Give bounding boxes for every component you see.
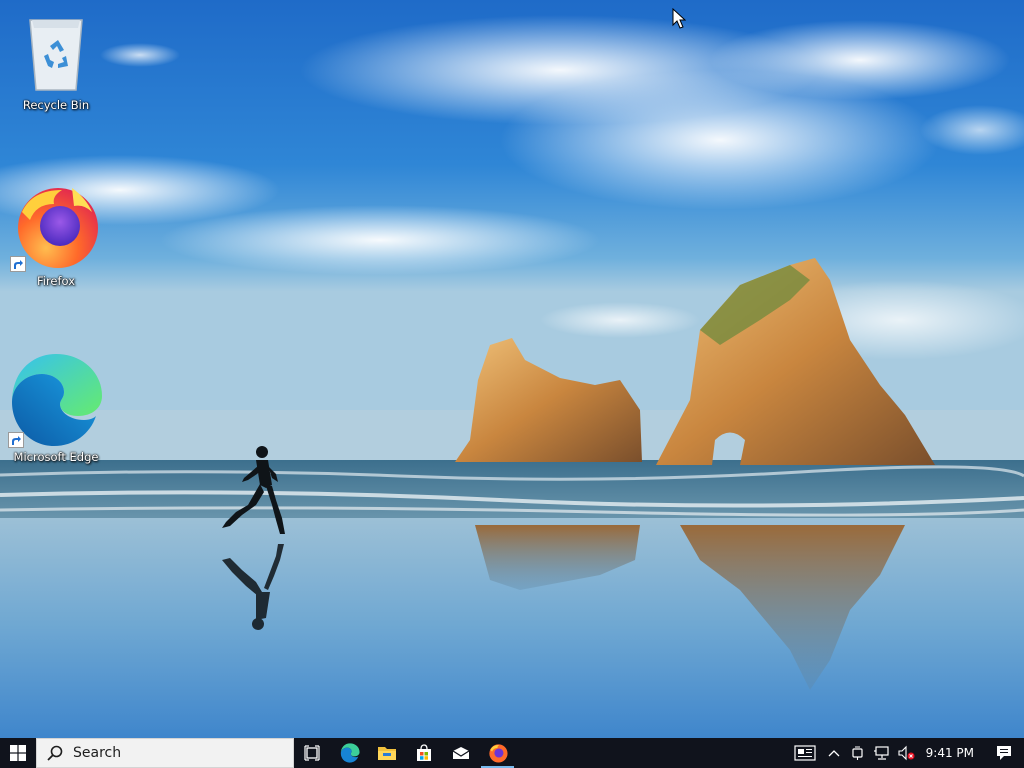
meet-now-button[interactable]	[846, 738, 870, 768]
taskbar-edge-button[interactable]	[331, 738, 368, 768]
notification-icon	[997, 746, 1011, 760]
taskbar-clock[interactable]: 9:41 PM	[918, 746, 984, 760]
search-icon	[47, 745, 63, 761]
edge-icon	[8, 352, 104, 448]
network-button[interactable]	[870, 738, 894, 768]
desktop-icon-recycle-bin[interactable]: Recycle Bin	[8, 10, 104, 112]
taskbar-mail-button[interactable]	[442, 738, 479, 768]
volume-muted-icon	[898, 745, 915, 761]
windows-logo-icon	[10, 745, 26, 761]
search-placeholder: Search	[73, 745, 122, 761]
clock-time: 9:41 PM	[925, 746, 974, 760]
system-tray: 9:41 PM	[788, 738, 1024, 768]
task-view-button[interactable]	[294, 738, 331, 768]
file-explorer-icon	[377, 747, 396, 760]
desktop-icon-label: Firefox	[36, 274, 76, 288]
desktop-wallpaper	[0, 0, 1024, 738]
taskbar-search-box[interactable]: Search	[36, 738, 294, 768]
news-interests-button[interactable]	[788, 738, 822, 768]
taskbar-store-button[interactable]	[405, 738, 442, 768]
meet-now-icon	[852, 746, 863, 760]
mouse-cursor-icon	[672, 7, 687, 30]
mail-icon	[452, 747, 469, 759]
firefox-icon	[488, 744, 508, 763]
taskbar: Search 9:41 PM	[0, 738, 1024, 768]
action-center-button[interactable]	[984, 738, 1024, 768]
taskbar-firefox-button[interactable]	[479, 738, 516, 768]
recycle-bin-icon	[20, 10, 92, 94]
volume-button[interactable]	[894, 738, 918, 768]
network-icon	[873, 746, 889, 760]
taskbar-file-explorer-button[interactable]	[368, 738, 405, 768]
chevron-up-icon	[828, 750, 840, 757]
start-button[interactable]	[0, 738, 36, 768]
news-icon	[794, 745, 816, 761]
desktop-icon-label: Microsoft Edge	[13, 450, 99, 464]
desktop-icon-label: Recycle Bin	[22, 98, 90, 112]
desktop-icon-microsoft-edge[interactable]: Microsoft Edge	[8, 352, 104, 464]
desktop-icon-firefox[interactable]: Firefox	[8, 182, 104, 288]
edge-icon	[340, 743, 360, 763]
task-view-icon	[303, 745, 320, 761]
shortcut-arrow-icon	[10, 256, 26, 272]
store-icon	[416, 744, 431, 761]
show-hidden-icons-button[interactable]	[822, 738, 846, 768]
firefox-icon	[10, 182, 100, 272]
shortcut-arrow-icon	[8, 432, 24, 448]
